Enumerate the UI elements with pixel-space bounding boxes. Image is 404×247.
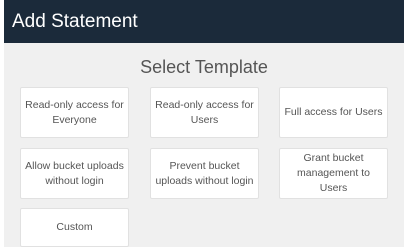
template-readonly-users-button[interactable]: Read-only access for Users	[150, 87, 259, 138]
select-template-heading: Select Template	[140, 57, 268, 77]
template-allow-uploads-button[interactable]: Allow bucket uploads without login	[20, 148, 129, 199]
template-prevent-uploads-button[interactable]: Prevent bucket uploads without login	[150, 148, 259, 199]
dialog-title: Add Statement	[4, 0, 404, 43]
template-custom-button[interactable]: Custom	[20, 208, 129, 247]
template-full-access-users-button[interactable]: Full access for Users	[279, 87, 388, 138]
add-statement-dialog: Add Statement Select Template Read-only …	[4, 0, 404, 247]
template-grant-management-button[interactable]: Grant bucket management to Users	[279, 148, 388, 199]
template-readonly-everyone-button[interactable]: Read-only access for Everyone	[20, 87, 129, 138]
